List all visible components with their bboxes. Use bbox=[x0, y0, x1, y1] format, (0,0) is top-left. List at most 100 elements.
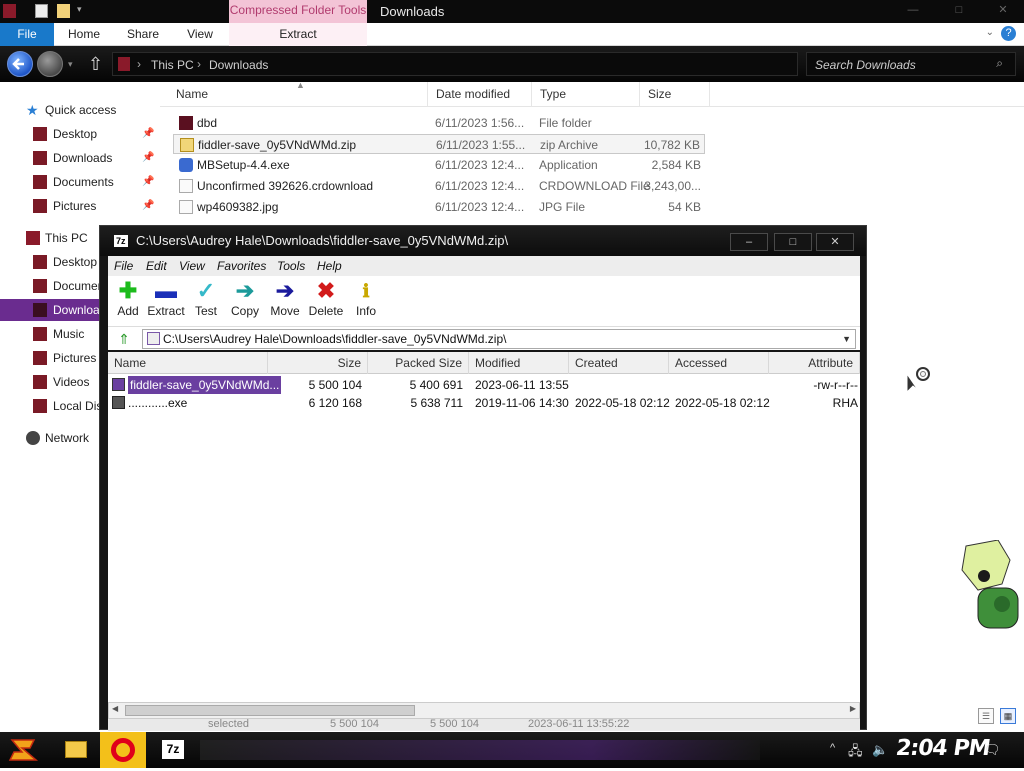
nav-qa-pictures[interactable]: Pictures 📌 bbox=[0, 195, 159, 217]
archive-item-size: 5 500 104 bbox=[308, 378, 362, 392]
pin-icon[interactable]: 📌 bbox=[142, 147, 154, 169]
up-arrow-icon[interactable]: ⇧ bbox=[88, 54, 103, 75]
add-label: Add bbox=[117, 304, 139, 318]
col-created[interactable]: Created bbox=[569, 352, 669, 374]
tab-extract[interactable]: Extract bbox=[229, 23, 367, 46]
zip-icon bbox=[180, 138, 194, 152]
scrollbar-thumb[interactable] bbox=[125, 705, 415, 716]
help-icon[interactable]: ? bbox=[1001, 26, 1016, 41]
back-button[interactable] bbox=[7, 51, 33, 77]
explorer-titlebar: ▾ Compressed Folder Tools Downloads — □ … bbox=[0, 0, 1024, 23]
large-icons-view-icon[interactable]: ▦ bbox=[1000, 708, 1016, 724]
menu-favorites[interactable]: Favorites bbox=[217, 259, 266, 273]
add-button[interactable]: ✚ Add bbox=[108, 278, 148, 324]
horizontal-scrollbar[interactable]: ◀ ▶ bbox=[108, 702, 860, 719]
close-button[interactable]: ✕ bbox=[980, 0, 1024, 23]
ribbon-expand-icon[interactable]: ⌄ bbox=[986, 27, 994, 38]
7zip-path-field[interactable]: C:\Users\Audrey Hale\Downloads\fiddler-s… bbox=[142, 329, 856, 349]
pin-icon[interactable]: 📌 bbox=[142, 123, 154, 145]
taskbar-clock[interactable]: 2:04 PM bbox=[894, 736, 991, 761]
minimize-button[interactable]: — bbox=[890, 0, 936, 23]
file-type: zip Archive bbox=[540, 138, 599, 152]
delete-button[interactable]: ✖ Delete bbox=[306, 278, 346, 324]
breadcrumb-chevron-icon[interactable]: › bbox=[197, 57, 201, 71]
address-field[interactable]: › This PC › Downloads bbox=[112, 52, 798, 76]
file-row-selected[interactable]: fiddler-save_0y5VNdWMd.zip 6/11/2023 1:5… bbox=[173, 134, 705, 154]
chevron-down-icon[interactable]: ▾ bbox=[77, 4, 87, 18]
tab-view[interactable]: View bbox=[176, 23, 224, 46]
scroll-left-icon[interactable]: ◀ bbox=[112, 704, 118, 713]
col-modified[interactable]: Modified bbox=[469, 352, 569, 374]
tab-file[interactable]: File bbox=[0, 23, 54, 46]
col-name[interactable]: Name bbox=[108, 352, 268, 374]
recent-locations-icon[interactable]: ▾ bbox=[68, 59, 73, 70]
notifications-icon[interactable]: 🗨 bbox=[984, 742, 1001, 758]
7zip-minimize-button[interactable]: – bbox=[730, 233, 768, 251]
col-type[interactable]: Type bbox=[532, 82, 640, 107]
opera-icon bbox=[111, 738, 135, 762]
volume-icon[interactable]: 🔈 bbox=[872, 742, 888, 758]
show-hidden-icons-icon[interactable]: ^ bbox=[830, 742, 835, 754]
menu-help[interactable]: Help bbox=[317, 259, 342, 273]
extract-button[interactable]: ▬ Extract bbox=[146, 278, 186, 324]
7zip-maximize-button[interactable]: □ bbox=[774, 233, 812, 251]
file-size: 54 KB bbox=[668, 200, 701, 214]
archive-row-selected[interactable]: fiddler-save_0y5VNdWMd... 5 500 104 5 40… bbox=[108, 375, 860, 395]
info-button[interactable]: ℹ Info bbox=[346, 278, 386, 324]
col-size[interactable]: Size bbox=[268, 352, 368, 374]
menu-file[interactable]: File bbox=[114, 259, 133, 273]
7zip-taskbar-icon: 7z bbox=[162, 740, 184, 759]
tab-share[interactable]: Share bbox=[116, 23, 170, 46]
breadcrumb-downloads[interactable]: Downloads bbox=[209, 58, 268, 72]
menu-edit[interactable]: Edit bbox=[146, 259, 167, 273]
taskbar-opera[interactable] bbox=[100, 732, 146, 768]
archive-row[interactable]: ............exe 6 120 168 5 638 711 2019… bbox=[108, 394, 860, 412]
tab-home[interactable]: Home bbox=[58, 23, 110, 46]
breadcrumb-this-pc[interactable]: This PC bbox=[151, 58, 194, 72]
nav-quick-access[interactable]: ★ Quick access bbox=[0, 99, 159, 121]
menu-view[interactable]: View bbox=[179, 259, 205, 273]
search-icon[interactable]: ⌕ bbox=[996, 56, 1003, 71]
archive-item-modified: 2019-11-06 14:30 bbox=[475, 396, 569, 410]
file-row[interactable]: dbd 6/11/2023 1:56... File folder bbox=[173, 113, 705, 133]
move-button[interactable]: ➔ Move bbox=[265, 278, 305, 324]
scroll-right-icon[interactable]: ▶ bbox=[850, 704, 856, 713]
nav-label: Downloads bbox=[53, 151, 113, 165]
start-button[interactable] bbox=[0, 732, 46, 768]
network-tray-icon[interactable]: 🖧 bbox=[848, 742, 863, 764]
pin-icon[interactable]: 📌 bbox=[142, 171, 154, 193]
up-folder-icon[interactable]: ⇑ bbox=[112, 329, 136, 349]
menu-tools[interactable]: Tools bbox=[277, 259, 305, 273]
copy-button[interactable]: ➔ Copy bbox=[225, 278, 265, 324]
7zip-path-text: C:\Users\Audrey Hale\Downloads\fiddler-s… bbox=[163, 332, 507, 346]
file-row[interactable]: MBSetup-4.4.exe 6/11/2023 12:4... Applic… bbox=[173, 155, 705, 175]
file-date: 6/11/2023 1:56... bbox=[435, 116, 525, 130]
7zip-titlebar[interactable]: 7z C:\Users\Audrey Hale\Downloads\fiddle… bbox=[100, 226, 866, 256]
test-button[interactable]: ✓ Test bbox=[186, 278, 226, 324]
search-input[interactable]: Search Downloads ⌕ bbox=[806, 52, 1016, 76]
pin-icon[interactable]: 📌 bbox=[142, 195, 154, 217]
nav-qa-desktop[interactable]: Desktop 📌 bbox=[0, 123, 159, 145]
breadcrumb-chevron-icon[interactable]: › bbox=[137, 57, 141, 71]
7zip-close-button[interactable]: ✕ bbox=[816, 233, 854, 251]
col-accessed[interactable]: Accessed bbox=[669, 352, 769, 374]
col-date-modified[interactable]: Date modified bbox=[428, 82, 532, 107]
info-icon: ℹ bbox=[362, 281, 370, 301]
file-row[interactable]: wp4609382.jpg 6/11/2023 12:4... JPG File… bbox=[173, 197, 705, 217]
taskbar-7zip[interactable]: 7z bbox=[150, 732, 196, 768]
explorer-app-icon[interactable] bbox=[3, 4, 16, 18]
file-row[interactable]: Unconfirmed 392626.crdownload 6/11/2023 … bbox=[173, 176, 705, 196]
col-attributes[interactable]: Attribute bbox=[769, 352, 860, 374]
new-folder-icon[interactable] bbox=[57, 4, 70, 18]
nav-qa-downloads[interactable]: Downloads 📌 bbox=[0, 147, 159, 169]
address-bar-row: ▾ ⇧ › This PC › Downloads Search Downloa… bbox=[0, 46, 1024, 82]
chevron-down-icon[interactable]: ▼ bbox=[842, 330, 851, 348]
details-view-icon[interactable]: ☰ bbox=[978, 708, 994, 724]
col-packed-size[interactable]: Packed Size bbox=[368, 352, 469, 374]
properties-icon[interactable] bbox=[35, 4, 48, 18]
col-size[interactable]: Size bbox=[640, 82, 710, 107]
forward-button[interactable] bbox=[37, 51, 63, 77]
maximize-button[interactable]: □ bbox=[936, 0, 982, 23]
nav-qa-documents[interactable]: Documents 📌 bbox=[0, 171, 159, 193]
taskbar-file-explorer[interactable] bbox=[54, 732, 100, 768]
